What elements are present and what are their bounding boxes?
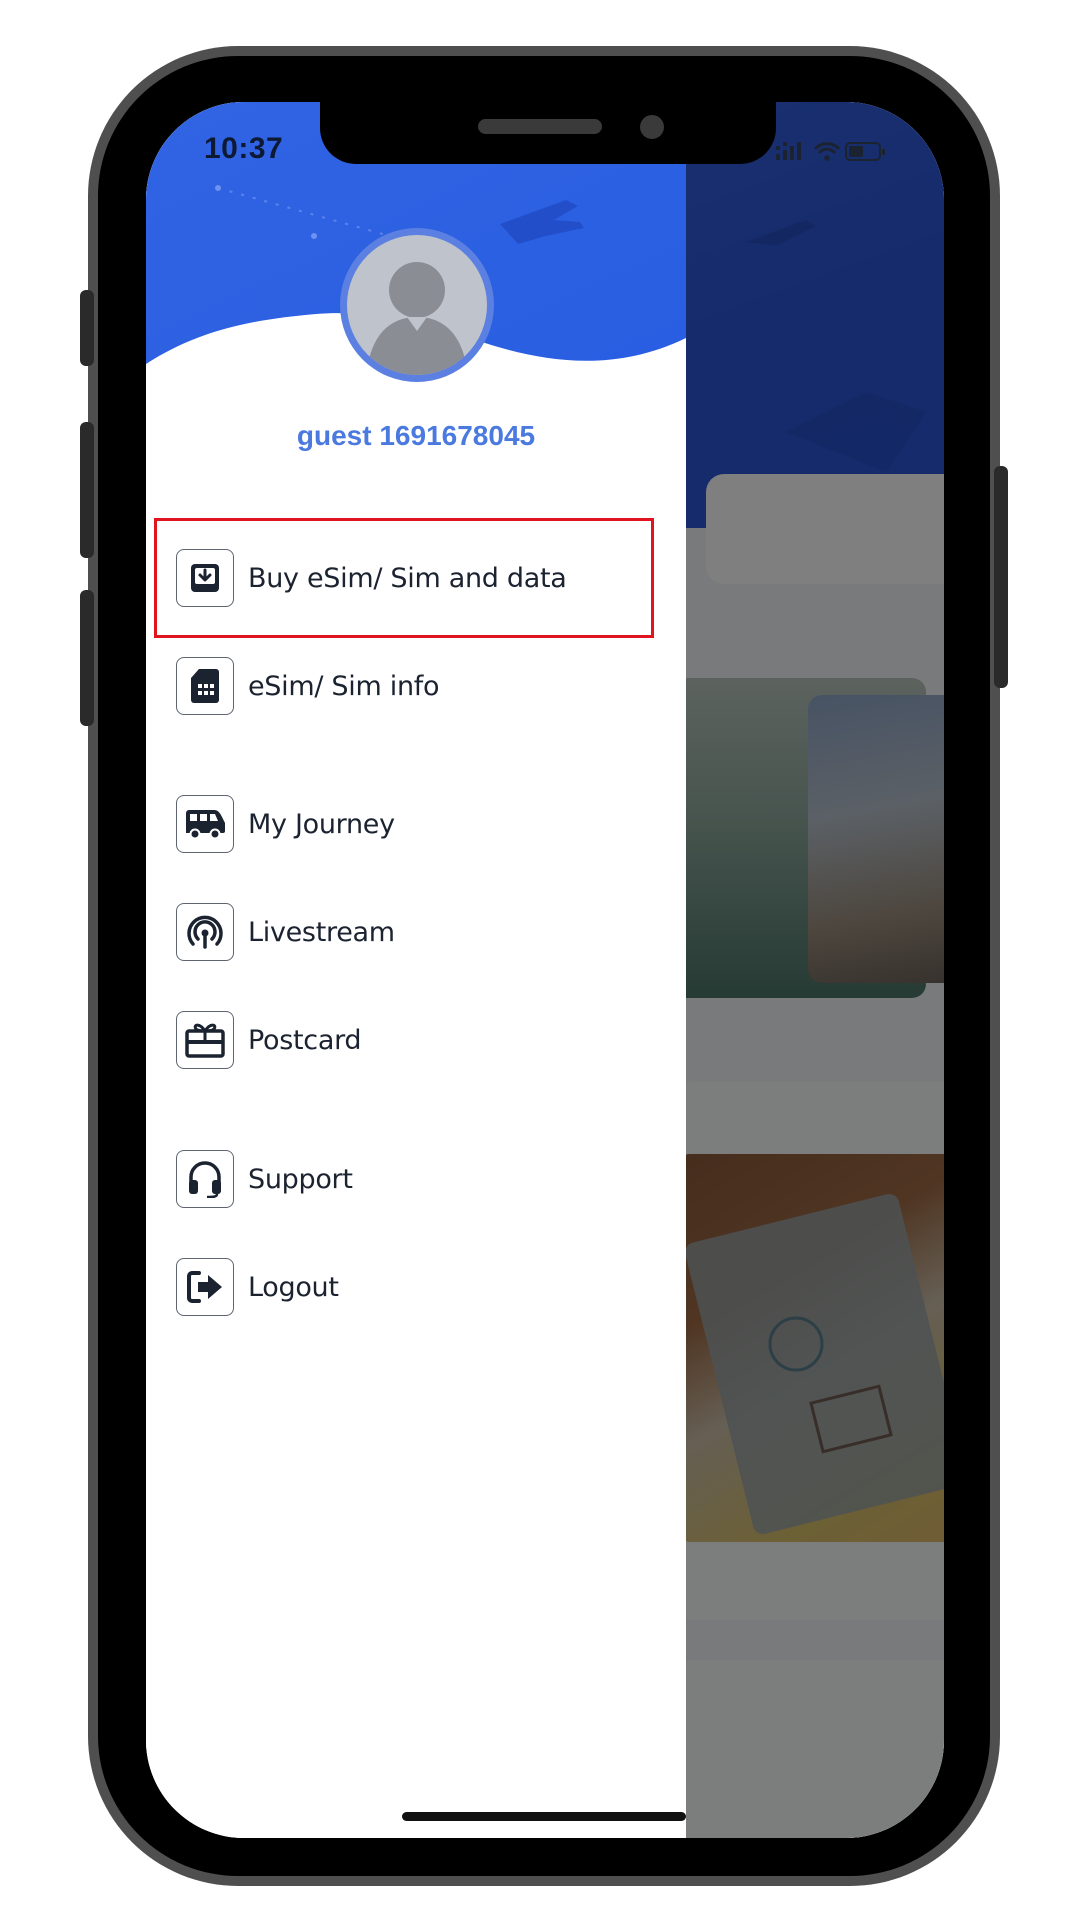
- menu-item-livestream[interactable]: Livestream: [176, 894, 646, 970]
- menu-item-esim-info[interactable]: eSim/ Sim info: [176, 648, 646, 724]
- signal-icon: [776, 142, 801, 160]
- menu-label: My Journey: [248, 808, 395, 840]
- menu-label: Livestream: [248, 916, 395, 948]
- volume-down-button: [80, 590, 94, 726]
- van-icon: [176, 795, 234, 853]
- menu-label: Support: [248, 1163, 353, 1195]
- home-indicator[interactable]: [402, 1812, 686, 1821]
- menu-label: eSim/ Sim info: [248, 670, 440, 702]
- menu-item-my-journey[interactable]: My Journey: [176, 786, 646, 862]
- wifi-icon: [814, 142, 840, 161]
- menu-item-support[interactable]: Support: [176, 1141, 646, 1217]
- gift-card-icon: [176, 1011, 234, 1069]
- power-button: [994, 466, 1008, 688]
- user-avatar-icon: [347, 235, 487, 375]
- screen: guest 1691678045 Buy eSim/ Sim and data: [146, 102, 944, 1838]
- battery-icon: [845, 142, 885, 161]
- status-time: 10:37: [204, 132, 284, 165]
- navigation-drawer: guest 1691678045 Buy eSim/ Sim and data: [146, 102, 686, 1838]
- logout-icon: [176, 1258, 234, 1316]
- drawer-backdrop[interactable]: [686, 102, 944, 1838]
- broadcast-icon: [176, 903, 234, 961]
- highlight-box: [154, 518, 654, 638]
- front-camera: [640, 115, 664, 139]
- volume-up-button: [80, 422, 94, 558]
- username: guest 1691678045: [296, 420, 536, 451]
- menu-label: Postcard: [248, 1024, 362, 1056]
- headphones-icon: [176, 1150, 234, 1208]
- avatar[interactable]: [340, 228, 494, 382]
- sim-card-icon: [176, 657, 234, 715]
- menu-item-postcard[interactable]: Postcard: [176, 1002, 646, 1078]
- speaker-grille: [478, 119, 602, 134]
- menu-label: Logout: [248, 1271, 339, 1303]
- mute-switch: [80, 290, 94, 366]
- status-icons: [776, 138, 916, 168]
- menu-item-logout[interactable]: Logout: [176, 1249, 646, 1325]
